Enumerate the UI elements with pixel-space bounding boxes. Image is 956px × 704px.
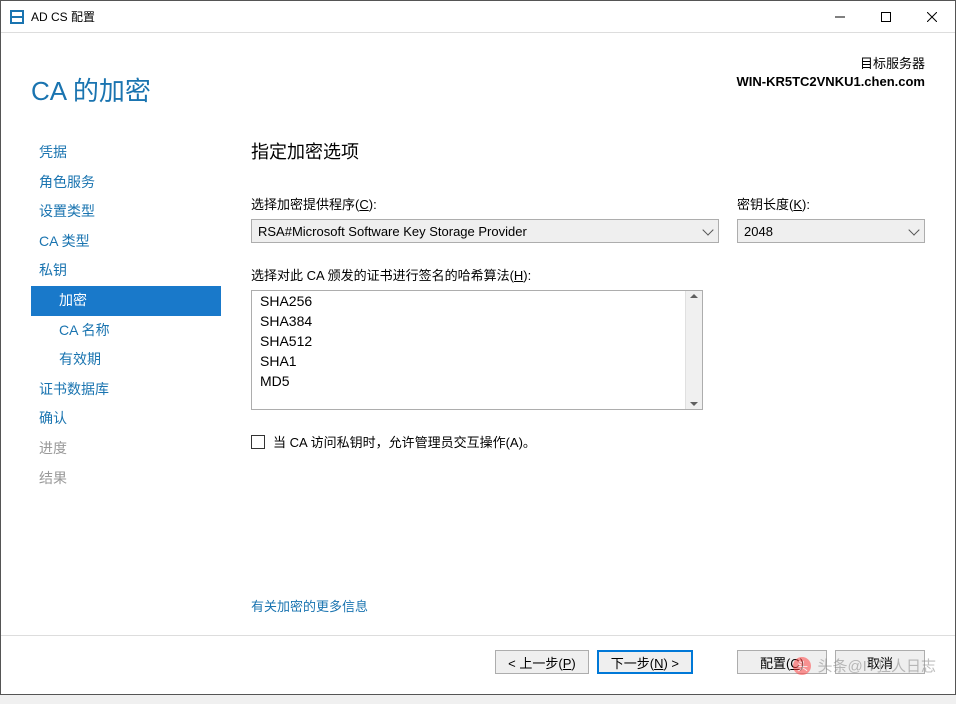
minimize-button[interactable] xyxy=(817,2,863,32)
allow-interact-checkbox[interactable] xyxy=(251,435,265,449)
window-controls xyxy=(817,2,955,32)
hash-items: SHA256 SHA384 SHA512 SHA1 MD5 xyxy=(252,291,685,409)
app-icon xyxy=(9,9,25,25)
server-label: 目标服务器 xyxy=(736,53,925,72)
provider-row: 选择加密提供程序(C): RSA#Microsoft Software Key … xyxy=(251,194,925,243)
server-info: 目标服务器 WIN-KR5TC2VNKU1.chen.com xyxy=(736,53,925,89)
allow-interact-row: 当 CA 访问私钥时，允许管理员交互操作(A)。 xyxy=(251,432,925,451)
hash-option-sha1[interactable]: SHA1 xyxy=(252,351,685,371)
hash-option-sha256[interactable]: SHA256 xyxy=(252,291,685,311)
nav-progress: 进度 xyxy=(31,434,221,464)
next-button[interactable]: 下一步(N) > xyxy=(597,650,693,674)
window-title: AD CS 配置 xyxy=(31,8,817,25)
wizard-window: AD CS 配置 CA 的加密 目标服务器 WIN-KR5TC2VNKU1.ch… xyxy=(0,0,956,695)
previous-button[interactable]: < 上一步(P) xyxy=(495,650,589,674)
nav-ca-name[interactable]: CA 名称 xyxy=(31,316,221,346)
scrollbar[interactable] xyxy=(685,291,702,409)
footer: < 上一步(P) 下一步(N) > 配置(C) 取消 xyxy=(1,635,955,694)
allow-interact-label: 当 CA 访问私钥时，允许管理员交互操作(A)。 xyxy=(273,432,536,451)
provider-group: 选择加密提供程序(C): RSA#Microsoft Software Key … xyxy=(251,194,719,243)
sidebar: 凭据 角色服务 设置类型 CA 类型 私钥 加密 CA 名称 有效期 证书数据库… xyxy=(31,138,231,625)
provider-value: RSA#Microsoft Software Key Storage Provi… xyxy=(258,224,527,239)
hash-option-md5[interactable]: MD5 xyxy=(252,371,685,391)
more-info-link[interactable]: 有关加密的更多信息 xyxy=(251,596,925,615)
nav-confirm[interactable]: 确认 xyxy=(31,404,221,434)
server-name: WIN-KR5TC2VNKU1.chen.com xyxy=(736,74,925,89)
nav-private-key[interactable]: 私钥 xyxy=(31,256,221,286)
keylen-group: 密钥长度(K): 2048 xyxy=(737,194,925,243)
close-button[interactable] xyxy=(909,2,955,32)
hash-option-sha512[interactable]: SHA512 xyxy=(252,331,685,351)
keylen-label: 密钥长度(K): xyxy=(737,194,925,213)
chevron-down-icon xyxy=(702,224,713,235)
provider-select[interactable]: RSA#Microsoft Software Key Storage Provi… xyxy=(251,219,719,243)
scroll-down-icon xyxy=(690,402,698,406)
configure-button[interactable]: 配置(C) xyxy=(737,650,827,674)
cancel-button[interactable]: 取消 xyxy=(835,650,925,674)
nav-ca-type[interactable]: CA 类型 xyxy=(31,227,221,257)
nav-credentials[interactable]: 凭据 xyxy=(31,138,221,168)
hash-listbox[interactable]: SHA256 SHA384 SHA512 SHA1 MD5 xyxy=(251,290,703,410)
maximize-button[interactable] xyxy=(863,2,909,32)
nav-setup-type[interactable]: 设置类型 xyxy=(31,197,221,227)
nav-results: 结果 xyxy=(31,464,221,494)
section-title: 指定加密选项 xyxy=(251,138,925,164)
nav-role-services[interactable]: 角色服务 xyxy=(31,168,221,198)
nav-cryptography[interactable]: 加密 xyxy=(31,286,221,316)
hash-label: 选择对此 CA 颁发的证书进行签名的哈希算法(H): xyxy=(251,265,925,284)
nav-validity[interactable]: 有效期 xyxy=(31,345,221,375)
spacer xyxy=(701,650,729,674)
scroll-up-icon xyxy=(690,294,698,298)
provider-label: 选择加密提供程序(C): xyxy=(251,194,719,213)
chevron-down-icon xyxy=(908,224,919,235)
hash-group: 选择对此 CA 颁发的证书进行签名的哈希算法(H): SHA256 SHA384… xyxy=(251,265,925,410)
page-heading: CA 的加密 xyxy=(31,71,151,108)
body: 凭据 角色服务 设置类型 CA 类型 私钥 加密 CA 名称 有效期 证书数据库… xyxy=(1,118,955,635)
keylen-select[interactable]: 2048 xyxy=(737,219,925,243)
header: CA 的加密 目标服务器 WIN-KR5TC2VNKU1.chen.com xyxy=(1,33,955,118)
keylen-value: 2048 xyxy=(744,224,773,239)
hash-option-sha384[interactable]: SHA384 xyxy=(252,311,685,331)
titlebar: AD CS 配置 xyxy=(1,1,955,33)
nav-cert-db[interactable]: 证书数据库 xyxy=(31,375,221,405)
main-content: 指定加密选项 选择加密提供程序(C): RSA#Microsoft Softwa… xyxy=(231,138,925,625)
